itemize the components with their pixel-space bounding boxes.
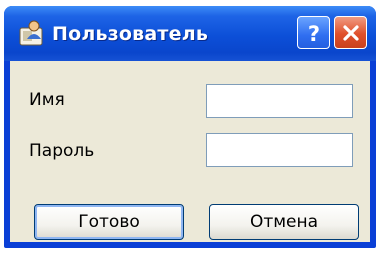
help-icon: ? — [307, 22, 319, 45]
dialog-client-area: Имя Пароль Готово Отмена — [10, 61, 370, 242]
dialog-window: Пользователь ? Имя Пароль Готово Отмена — [4, 6, 376, 248]
password-label: Пароль — [29, 141, 95, 161]
window-title: Пользователь — [52, 23, 209, 45]
close-button[interactable] — [334, 16, 367, 49]
cancel-button[interactable]: Отмена — [209, 204, 359, 240]
user-app-icon — [19, 20, 43, 46]
ok-button[interactable]: Готово — [34, 204, 184, 240]
password-field[interactable] — [206, 133, 353, 167]
help-button[interactable]: ? — [297, 16, 330, 49]
close-icon — [342, 24, 359, 41]
svg-text:?: ? — [307, 22, 319, 45]
name-label: Имя — [29, 90, 65, 110]
title-bar[interactable]: Пользователь ? — [4, 6, 376, 61]
name-field[interactable] — [206, 84, 353, 118]
